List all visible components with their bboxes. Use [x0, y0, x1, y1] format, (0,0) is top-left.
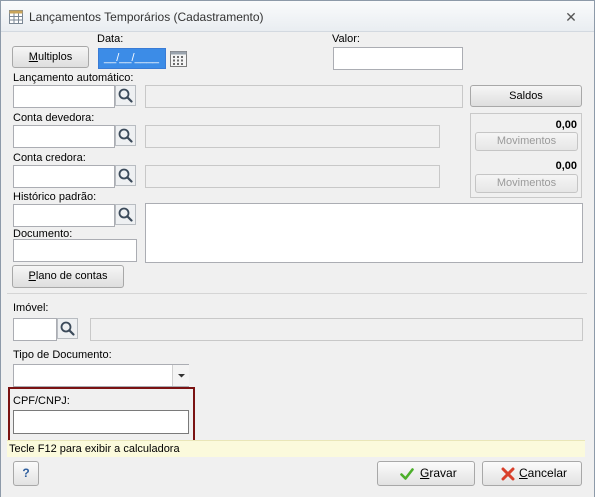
- conta-devedora-input[interactable]: [13, 125, 115, 148]
- imovel-description: [90, 318, 583, 341]
- conta-credora-description: [145, 165, 440, 188]
- form-content: Multiplos Data: __/__/____ Valor: Lançam…: [1, 32, 594, 497]
- movimentos-button-2[interactable]: Movimentos: [475, 174, 578, 193]
- documento-input[interactable]: [13, 239, 137, 262]
- tipo-documento-select[interactable]: [13, 364, 189, 387]
- cancelar-label: Cancelar: [519, 462, 567, 485]
- data-label: Data:: [97, 33, 124, 45]
- imovel-input[interactable]: [13, 318, 57, 341]
- gravar-accel: G: [420, 466, 430, 480]
- plano-de-contas-button[interactable]: Plano de contas: [12, 265, 124, 288]
- date-input[interactable]: __/__/____: [98, 48, 166, 69]
- lancamento-automatico-description: [145, 85, 463, 108]
- cancelar-rest: ancelar: [527, 466, 568, 480]
- tipo-documento-label: Tipo de Documento:: [13, 349, 112, 361]
- gravar-button[interactable]: Gravar: [377, 461, 475, 486]
- conta-credora-input[interactable]: [13, 165, 115, 188]
- saldos-button[interactable]: Saldos: [470, 85, 582, 107]
- cancelar-accel: C: [519, 466, 528, 480]
- search-icon[interactable]: [115, 85, 136, 106]
- gravar-rest: ravar: [429, 466, 457, 480]
- dialog-window: Lançamentos Temporários (Cadastramento) …: [0, 0, 595, 497]
- search-icon[interactable]: [115, 165, 136, 186]
- historico-padrao-label: Histórico padrão:: [13, 191, 97, 203]
- conta-devedora-label: Conta devedora:: [13, 112, 95, 124]
- lancamento-automatico-label: Lançamento automático:: [13, 72, 134, 84]
- cpf-cnpj-label: CPF/CNPJ:: [13, 395, 70, 407]
- valor-label: Valor:: [332, 33, 360, 45]
- valor-input[interactable]: [333, 47, 463, 70]
- plano-label: lano de contas: [35, 270, 108, 282]
- devedora-amount: 0,00: [555, 119, 577, 131]
- search-icon[interactable]: [115, 125, 136, 146]
- movimentos-button-1[interactable]: Movimentos: [475, 132, 578, 151]
- imovel-label: Imóvel:: [13, 302, 49, 314]
- historico-textarea[interactable]: [145, 203, 583, 263]
- historico-padrao-input[interactable]: [13, 204, 115, 227]
- close-icon[interactable]: ✕: [563, 9, 579, 25]
- multiplos-label: ultiplos: [37, 51, 73, 63]
- cpf-cnpj-input[interactable]: [13, 410, 189, 434]
- credora-amount: 0,00: [555, 160, 577, 172]
- separator: [7, 293, 587, 294]
- conta-credora-label: Conta credora:: [13, 152, 86, 164]
- plano-accel: P: [28, 270, 36, 282]
- cancel-x-icon: [501, 467, 515, 481]
- saldos-panel: 0,00 Movimentos 0,00 Movimentos: [470, 113, 582, 198]
- calendar-icon[interactable]: [169, 49, 189, 69]
- multiplos-button[interactable]: Multiplos: [12, 46, 89, 68]
- chevron-down-icon[interactable]: [172, 365, 189, 386]
- checkmark-icon: [400, 468, 414, 480]
- multiplos-accel: M: [28, 51, 38, 63]
- search-icon[interactable]: [115, 204, 136, 225]
- status-hint: Tecle F12 para exibir a calculadora: [7, 440, 585, 457]
- lancamento-automatico-input[interactable]: [13, 85, 115, 108]
- gravar-label: Gravar: [420, 462, 457, 485]
- cancelar-button[interactable]: Cancelar: [482, 461, 582, 486]
- table-icon: [9, 10, 23, 24]
- search-icon[interactable]: [57, 318, 78, 339]
- conta-devedora-description: [145, 125, 440, 148]
- help-button[interactable]: ?: [13, 461, 39, 486]
- title-bar: Lançamentos Temporários (Cadastramento) …: [1, 1, 594, 32]
- window-title: Lançamentos Temporários (Cadastramento): [29, 10, 264, 24]
